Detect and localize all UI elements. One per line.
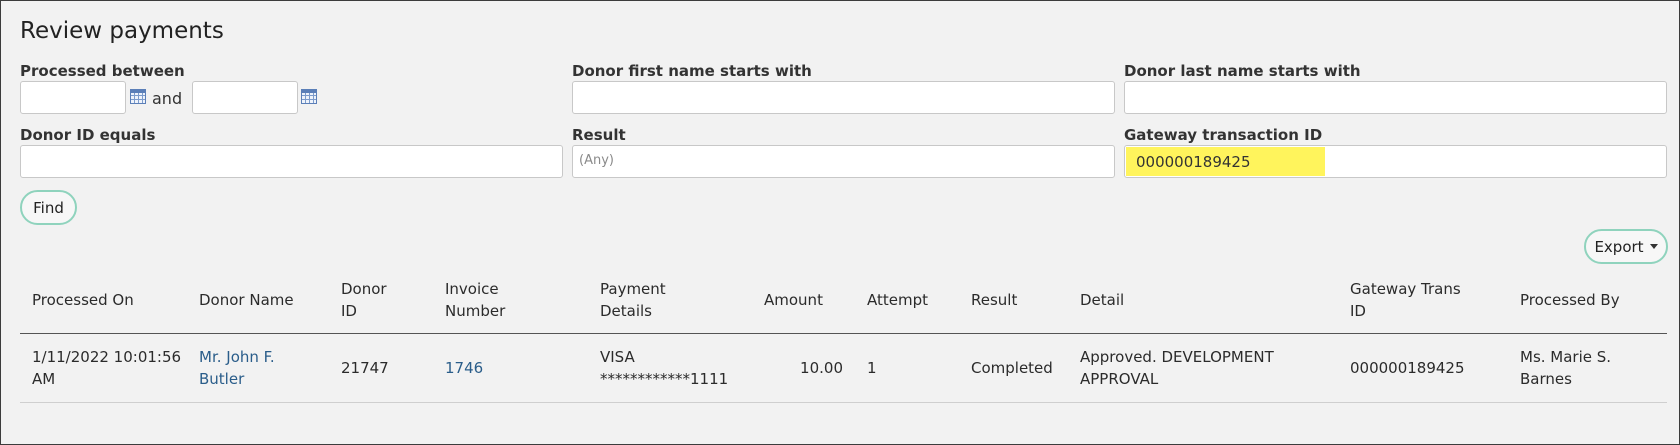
column-header-donor-name[interactable]: Donor Name: [199, 289, 294, 311]
cell-line: ************1111: [600, 370, 729, 388]
cell-line: 1/11/2022 10:01:56: [32, 348, 182, 366]
cell-line: Mr. John F.: [199, 348, 275, 366]
cell-line: Butler: [199, 370, 245, 388]
row-divider: [20, 402, 1667, 403]
cell-attempt: 1: [867, 359, 877, 377]
cell-line: Approved. DEVELOPMENT: [1080, 348, 1274, 366]
header-line: Invoice: [445, 280, 499, 298]
cell-line: AM: [32, 370, 56, 388]
header-line: ID: [1350, 302, 1366, 320]
cell-processed-by: Ms. Marie S. Barnes: [1520, 346, 1611, 390]
result-label: Result: [572, 126, 626, 144]
calendar-icon[interactable]: [301, 89, 317, 104]
header-divider: [20, 333, 1667, 334]
column-header-detail[interactable]: Detail: [1080, 289, 1124, 311]
cell-gateway-id: 000000189425: [1350, 359, 1465, 377]
cell-detail: Approved. DEVELOPMENT APPROVAL: [1080, 346, 1274, 390]
calendar-icon[interactable]: [130, 89, 146, 104]
donor-name-link[interactable]: Mr. John F. Butler: [199, 346, 275, 390]
invoice-link[interactable]: 1746: [445, 357, 483, 379]
column-header-attempt[interactable]: Attempt: [867, 289, 928, 311]
cell-donor-id: 21747: [341, 359, 389, 377]
column-header-processed-by[interactable]: Processed By: [1520, 289, 1620, 311]
cell-line: APPROVAL: [1080, 370, 1159, 388]
column-header-amount[interactable]: Amount: [764, 289, 823, 311]
page-title: Review payments: [20, 18, 224, 44]
last-name-input[interactable]: [1124, 81, 1667, 114]
export-button[interactable]: Export: [1584, 229, 1668, 264]
review-payments-panel: Review payments Processed between Donor …: [0, 0, 1680, 445]
chevron-down-icon: [1649, 244, 1658, 249]
column-header-processed-on[interactable]: Processed On: [32, 289, 134, 311]
donor-id-label: Donor ID equals: [20, 126, 156, 144]
cell-payment-details: VISA ************1111: [600, 346, 728, 390]
and-label: and: [152, 89, 183, 108]
column-header-donor-id[interactable]: Donor ID: [341, 278, 387, 322]
header-line: Donor: [341, 280, 387, 298]
header-line: Number: [445, 302, 506, 320]
gateway-id-value: 000000189425: [1136, 153, 1251, 171]
first-name-input[interactable]: [572, 81, 1115, 114]
last-name-label: Donor last name starts with: [1124, 62, 1361, 80]
cell-line: Barnes: [1520, 370, 1572, 388]
header-line: Details: [600, 302, 653, 320]
cell-line: VISA: [600, 348, 635, 366]
processed-from-input[interactable]: [20, 81, 126, 114]
cell-result: Completed: [971, 359, 1053, 377]
find-button-label: Find: [33, 198, 64, 217]
cell-line: Ms. Marie S.: [1520, 348, 1612, 366]
first-name-label: Donor first name starts with: [572, 62, 812, 80]
header-line: Payment: [600, 280, 666, 298]
processed-between-label: Processed between: [20, 62, 185, 80]
donor-id-input[interactable]: [20, 145, 563, 178]
result-select[interactable]: (Any): [572, 145, 1115, 178]
export-button-label: Export: [1594, 237, 1644, 256]
column-header-result[interactable]: Result: [971, 289, 1017, 311]
column-header-gateway-trans-id[interactable]: Gateway Trans ID: [1350, 278, 1461, 322]
gateway-id-input[interactable]: 000000189425: [1124, 145, 1667, 178]
find-button[interactable]: Find: [20, 190, 77, 225]
column-header-invoice-number[interactable]: Invoice Number: [445, 278, 505, 322]
gateway-id-label: Gateway transaction ID: [1124, 126, 1323, 144]
header-line: Gateway Trans: [1350, 280, 1461, 298]
cell-amount: 10.00: [800, 359, 843, 377]
result-select-value: (Any): [579, 153, 614, 168]
column-header-payment-details[interactable]: Payment Details: [600, 278, 666, 322]
header-line: ID: [341, 302, 357, 320]
processed-to-input[interactable]: [192, 81, 298, 114]
cell-processed-on: 1/11/2022 10:01:56 AM: [32, 346, 181, 390]
